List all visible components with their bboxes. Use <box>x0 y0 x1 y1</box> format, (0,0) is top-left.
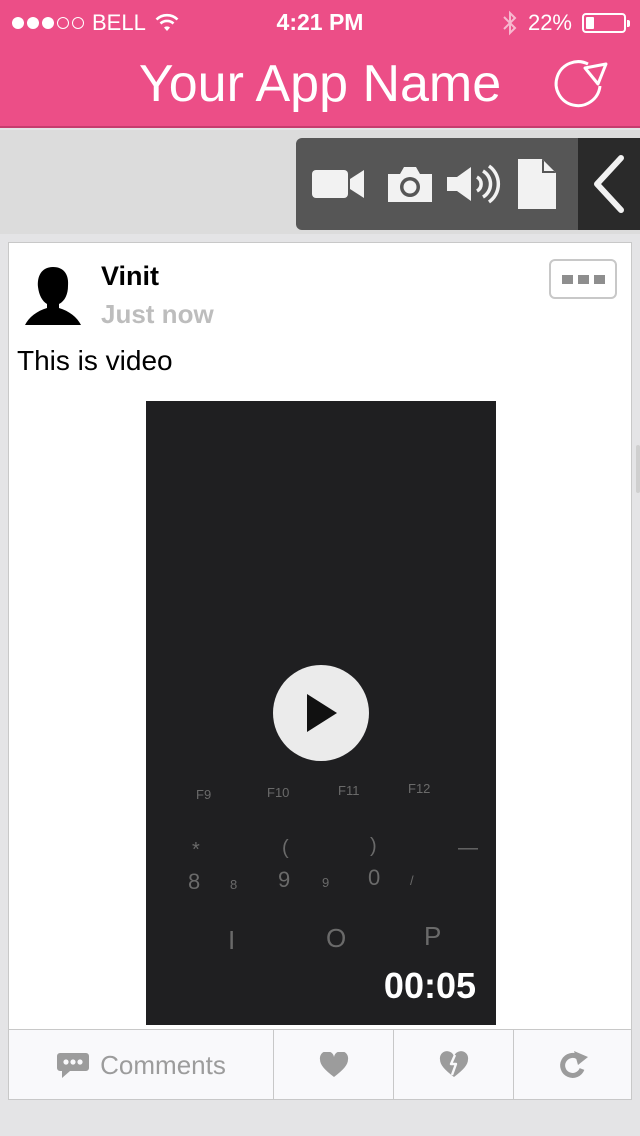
video-frame-text: F11 <box>338 783 360 798</box>
video-button[interactable] <box>296 138 380 230</box>
document-icon <box>518 159 556 209</box>
video-frame-text: F12 <box>408 781 431 796</box>
comments-button[interactable]: Comments <box>9 1030 274 1100</box>
reshare-icon <box>559 1051 588 1078</box>
share-button[interactable] <box>514 1030 631 1100</box>
camera-icon <box>388 167 432 202</box>
video-frame-text: 9 <box>278 867 291 892</box>
post-author[interactable]: Vinit <box>101 261 159 292</box>
video-camera-icon <box>312 170 364 198</box>
status-bar: BELL 4:21 PM 22% <box>0 0 640 44</box>
post-card: Vinit Just now This is video F9 F10 F11 … <box>8 242 632 1100</box>
video-frame-text: F9 <box>196 787 212 802</box>
video-frame-text: ( <box>282 837 289 859</box>
video-frame-text: * <box>192 839 200 861</box>
collapse-toolbar-button[interactable] <box>578 138 640 230</box>
video-frame-text: O <box>326 923 347 953</box>
audio-button[interactable] <box>440 138 506 230</box>
more-dot-icon <box>577 274 589 284</box>
play-icon <box>307 694 337 732</box>
play-button[interactable] <box>273 665 369 761</box>
app-title: Your App Name <box>138 55 502 113</box>
chevron-left-icon <box>594 155 624 213</box>
post-text: This is video <box>17 345 173 376</box>
document-button[interactable] <box>506 138 568 230</box>
bluetooth-icon <box>503 10 517 36</box>
video-duration: 00:05 <box>383 965 476 1006</box>
video-frame-text: / <box>410 873 414 888</box>
post-timestamp: Just now <box>101 299 214 329</box>
more-options-button[interactable] <box>549 259 617 299</box>
speaker-icon <box>447 164 501 204</box>
post-action-bar: Comments <box>9 1029 631 1100</box>
video-player[interactable]: F9 F10 F11 F12 * ( ) — 8 8 9 9 0 / I O P… <box>146 401 496 1025</box>
heart-icon <box>319 1052 348 1077</box>
dislike-button[interactable] <box>394 1030 514 1100</box>
media-toolbar <box>296 138 640 230</box>
user-silhouette-icon <box>25 267 81 325</box>
video-frame-text: 0 <box>368 865 381 890</box>
more-dot-icon <box>561 274 573 284</box>
scrollbar[interactable] <box>636 445 640 493</box>
battery-icon <box>582 13 630 33</box>
video-frame-text: F10 <box>267 785 290 800</box>
comment-bubble-icon <box>57 1053 90 1078</box>
video-frame-text: I <box>228 925 236 955</box>
avatar[interactable] <box>23 263 83 327</box>
video-frame-text: P <box>424 921 442 951</box>
video-frame-text: — <box>458 837 478 859</box>
like-button[interactable] <box>274 1030 394 1100</box>
video-frame-text: 8 <box>230 877 238 892</box>
app-header: BELL 4:21 PM 22% Your App Name <box>0 0 640 128</box>
refresh-icon <box>554 60 608 108</box>
broken-heart-icon <box>439 1051 468 1077</box>
photo-button[interactable] <box>380 138 440 230</box>
video-frame-text: 9 <box>322 875 330 890</box>
more-dot-icon <box>593 274 605 284</box>
video-frame-text: ) <box>370 835 377 857</box>
battery-percentage: 22% <box>527 10 572 35</box>
video-frame-text: 8 <box>188 869 201 894</box>
comments-label: Comments <box>100 1049 226 1080</box>
refresh-button[interactable] <box>548 52 612 112</box>
